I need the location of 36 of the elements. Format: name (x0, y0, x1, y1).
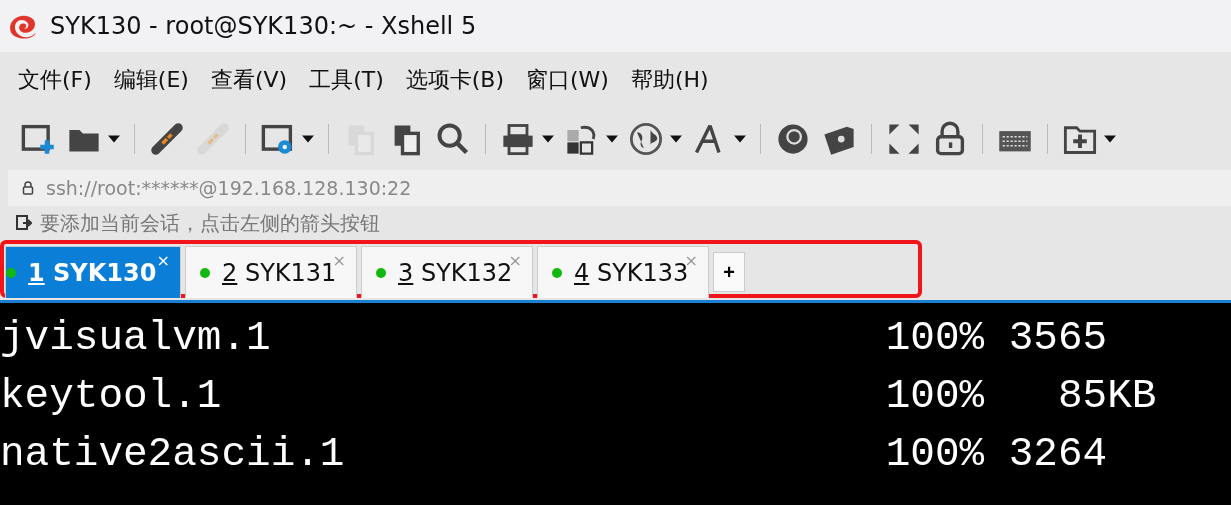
terminal-line: native2ascii.1 100% 3264 (0, 430, 1109, 479)
plug-icon[interactable] (149, 121, 185, 157)
dropdown-caret-icon[interactable] (108, 135, 120, 143)
lock-icon (22, 181, 34, 195)
session-tab[interactable]: 1 SYK130× (5, 246, 181, 298)
menu-item[interactable]: 编辑(E) (113, 65, 189, 95)
session-tab[interactable]: 2 SYK131× (185, 246, 357, 298)
menu-item[interactable]: 工具(T) (309, 65, 384, 95)
status-dot-icon (6, 267, 16, 278)
add-tab-button[interactable]: + (713, 252, 745, 292)
terminal-line: jvisualvm.1 100% 3565 (0, 314, 1109, 363)
globe-icon[interactable] (628, 121, 664, 157)
status-dot-icon (552, 267, 562, 278)
dropdown-caret-icon[interactable] (606, 135, 618, 143)
menu-item[interactable]: 选项卡(B) (405, 65, 504, 95)
menu-item[interactable]: 窗口(W) (526, 65, 609, 95)
session-tab[interactable]: 3 SYK132× (361, 246, 533, 298)
status-dot-icon (376, 267, 386, 278)
dropdown-caret-icon[interactable] (542, 135, 554, 143)
search-icon[interactable] (435, 121, 471, 157)
dropdown-caret-icon[interactable] (302, 135, 314, 143)
terminal-line: keytool.1 100% 85KB (0, 372, 1158, 421)
session-tab[interactable]: 4 SYK133× (537, 246, 709, 298)
status-dot-icon (200, 267, 210, 278)
dropdown-caret-icon[interactable] (670, 135, 682, 143)
close-tab-button[interactable]: × (156, 251, 170, 270)
menu-item[interactable]: 帮助(H) (630, 65, 709, 95)
window-title: SYK130 - root@SYK130:~ - Xshell 5 (50, 12, 477, 40)
arrow-icon (16, 215, 32, 231)
hint-text: 要添加当前会话，点击左侧的箭头按钮 (40, 209, 380, 237)
fullscreen-icon[interactable] (886, 121, 922, 157)
dropdown-caret-icon[interactable] (1104, 135, 1116, 143)
menu-item[interactable]: 查看(V) (210, 65, 288, 95)
printer-icon[interactable] (500, 121, 536, 157)
menu-item[interactable]: 文件(F) (18, 65, 92, 95)
dropdown-caret-icon[interactable] (734, 135, 746, 143)
